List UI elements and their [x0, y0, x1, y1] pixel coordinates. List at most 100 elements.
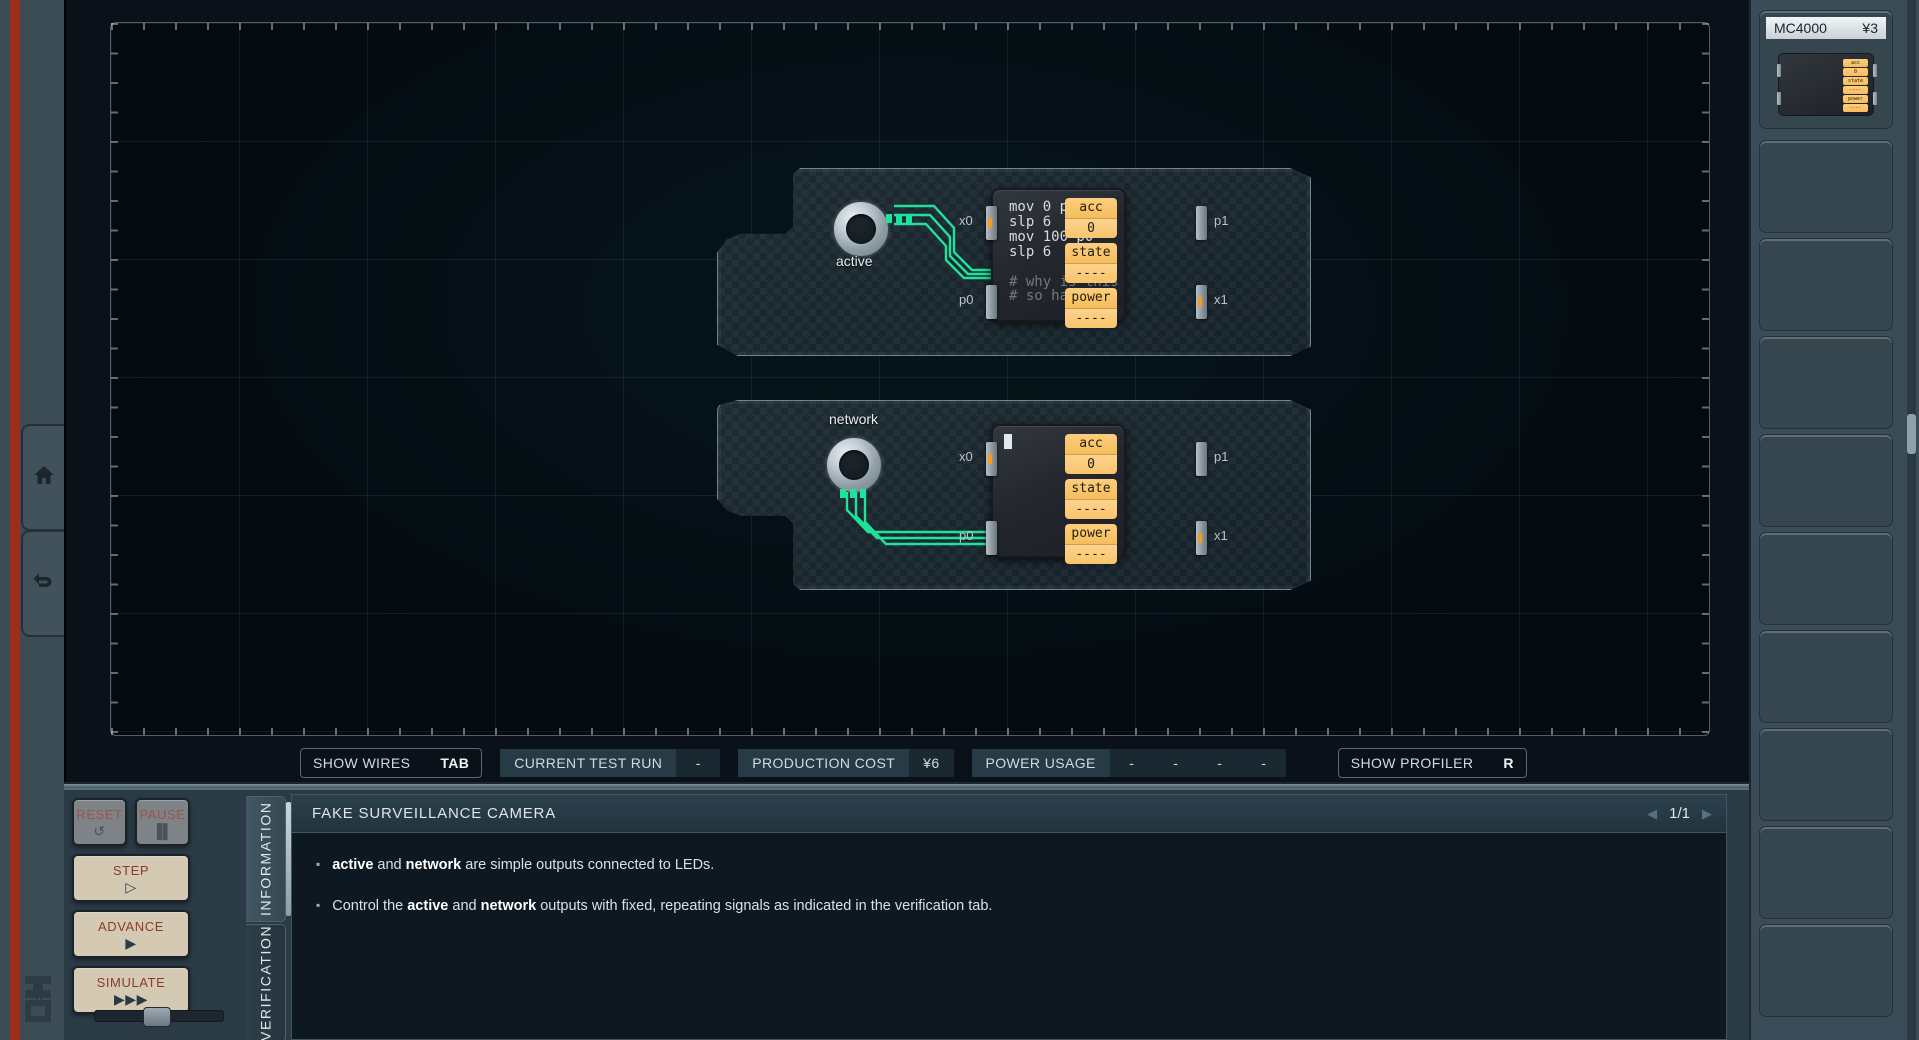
- ruler-ticks-right: [1702, 23, 1709, 735]
- puzzle-title: FAKE SURVEILLANCE CAMERA: [312, 805, 556, 822]
- show-profiler-group: SHOW PROFILER R: [1337, 748, 1527, 778]
- canvas-status-bar: SHOW WIRES TAB CURRENT TEST RUN - PRODUC…: [64, 742, 1749, 784]
- pause-icon: ▐▌: [151, 822, 174, 839]
- circuit-canvas[interactable]: active mov 0 p0 slp 6 mov 100 p0 slp 6 #…: [64, 0, 1749, 782]
- sidebar-part-mc4000[interactable]: MC4000 ¥3 acc 0 state ---- power ----: [1759, 10, 1893, 129]
- show-wires-group: SHOW WIRES TAB: [300, 748, 483, 778]
- chip-active-port-x0[interactable]: [986, 206, 997, 240]
- led-network-label: network: [829, 411, 879, 427]
- register-acc: acc 0: [1065, 434, 1117, 474]
- power-usage-label: POWER USAGE: [971, 749, 1110, 777]
- register-acc-value: 0: [1065, 218, 1117, 238]
- show-wires-button[interactable]: SHOW WIRES TAB: [300, 748, 483, 778]
- sidebar-part-thumbnail: acc 0 state ---- power ----: [1777, 53, 1877, 116]
- sidebar-empty-slot[interactable]: [1759, 238, 1893, 331]
- bullet-marker-icon: ▪: [316, 857, 321, 871]
- step-button[interactable]: STEP ▷: [72, 854, 190, 902]
- current-test-run-label: CURRENT TEST RUN: [500, 749, 677, 777]
- next-page-button[interactable]: ▶: [1702, 806, 1712, 822]
- reset-label: RESET: [76, 806, 123, 822]
- chip-network-registers: acc 0 state ---- power ----: [1065, 434, 1117, 569]
- chip-network-port-p1[interactable]: [1196, 442, 1207, 476]
- sidebar-empty-slot[interactable]: [1759, 532, 1893, 625]
- chip-active-code[interactable]: mov 0 p0 slp 6 mov 100 p0 slp 6 # why is…: [1009, 200, 1119, 312]
- sidebar-empty-slot[interactable]: [1759, 728, 1893, 821]
- mc-chip-active[interactable]: mov 0 p0 slp 6 mov 100 p0 slp 6 # why is…: [991, 188, 1126, 328]
- ruler-ticks-bottom: [111, 728, 1709, 735]
- sidebar-empty-slot[interactable]: [1759, 630, 1893, 723]
- chip-network-label-x1: x1: [1214, 528, 1228, 543]
- sidebar-empty-slot[interactable]: [1759, 140, 1893, 233]
- sidebar-empty-slot[interactable]: [1759, 434, 1893, 527]
- circuit-grid[interactable]: [110, 22, 1710, 736]
- sidebar-scrollbar-thumb[interactable]: [1907, 414, 1916, 454]
- home-button[interactable]: [21, 424, 64, 531]
- show-wires-key: TAB: [440, 755, 470, 771]
- chip-network-label-x0: x0: [959, 449, 973, 464]
- parts-sidebar[interactable]: MC4000 ¥3 acc 0 state ---- power ----: [1749, 0, 1919, 1040]
- chip-network-port-x1[interactable]: [1196, 521, 1207, 555]
- current-test-run-value: -: [676, 749, 721, 777]
- power-usage-value-3: -: [1241, 749, 1286, 777]
- chip-active-label-p0: p0: [959, 292, 974, 307]
- tab-information[interactable]: INFORMATION: [246, 796, 286, 922]
- step-label: STEP: [112, 862, 150, 878]
- chip-network-port-p0[interactable]: [986, 521, 997, 555]
- page-navigator: ◀ 1/1 ▶: [1647, 805, 1712, 822]
- pause-label: PAUSE: [139, 806, 186, 822]
- shenzhen-io-window: active mov 0 p0 slp 6 mov 100 p0 slp 6 #…: [0, 0, 1919, 1040]
- information-header: FAKE SURVEILLANCE CAMERA ◀ 1/1 ▶: [292, 795, 1726, 833]
- current-test-run-group: CURRENT TEST RUN -: [500, 749, 721, 777]
- chip-active-port-p1[interactable]: [1196, 206, 1207, 240]
- sidebar-empty-slot[interactable]: [1759, 336, 1893, 429]
- sidebar-empty-slot[interactable]: [1759, 924, 1893, 1017]
- speed-slider[interactable]: [94, 1007, 224, 1027]
- information-body: ▪ active and network are simple outputs c…: [292, 833, 1726, 959]
- thumbnail-register-cell: acc: [1843, 59, 1868, 67]
- thumbnail-register-cell: power: [1843, 95, 1868, 103]
- undo-button[interactable]: [21, 530, 64, 637]
- prev-page-button[interactable]: ◀: [1647, 806, 1657, 822]
- mc-chip-network[interactable]: acc 0 state ---- power ----: [991, 424, 1126, 564]
- information-panel: FAKE SURVEILLANCE CAMERA ◀ 1/1 ▶ ▪ active…: [291, 794, 1727, 1040]
- controls-top-row: RESET ↺ PAUSE ▐▌: [72, 798, 242, 846]
- bullet-text: active and network are simple outputs co…: [332, 857, 715, 873]
- led-active-label: active: [836, 253, 873, 269]
- speed-slider-knob[interactable]: [143, 1007, 171, 1027]
- sidebar-scrollbar-track[interactable]: [1907, 0, 1916, 1040]
- tab-verification[interactable]: VERIFICATION: [246, 924, 286, 1040]
- register-acc-name: acc: [1065, 198, 1117, 218]
- simulate-button[interactable]: SIMULATE ▶▶▶: [72, 966, 190, 1014]
- power-usage-group: POWER USAGE - - - -: [971, 749, 1286, 777]
- register-state-value: ----: [1065, 499, 1117, 519]
- thumbnail-register-cell: state: [1843, 77, 1868, 85]
- power-usage-value-1: -: [1153, 749, 1198, 777]
- show-wires-label: SHOW WIRES: [313, 755, 411, 771]
- register-acc: acc 0: [1065, 198, 1117, 238]
- show-profiler-button[interactable]: SHOW PROFILER R: [1337, 748, 1527, 778]
- rail-red-stripe: [10, 0, 20, 1040]
- power-usage-value-0: -: [1109, 749, 1154, 777]
- register-acc-name: acc: [1065, 434, 1117, 454]
- advance-icon: ▶: [125, 934, 137, 951]
- sidebar-part-name-row: MC4000 ¥3: [1766, 17, 1886, 39]
- production-cost-group: PRODUCTION COST ¥6: [738, 749, 954, 777]
- simulation-controls: RESET ↺ PAUSE ▐▌ STEP ▷ ADVANCE ▶ SIMULA…: [72, 798, 242, 1040]
- thumbnail-port: [1777, 92, 1781, 105]
- home-icon: [33, 465, 55, 490]
- ruler-ticks-top: [111, 23, 1709, 30]
- pause-button[interactable]: PAUSE ▐▌: [135, 798, 190, 846]
- advance-button[interactable]: ADVANCE ▶: [72, 910, 190, 958]
- led-active[interactable]: [834, 202, 888, 256]
- register-state: state ----: [1065, 479, 1117, 519]
- chip-network-port-x0[interactable]: [986, 442, 997, 476]
- chip-active-port-x1[interactable]: [1196, 285, 1207, 319]
- chip-network-code[interactable]: [1009, 436, 1060, 548]
- reset-button[interactable]: RESET ↺: [72, 798, 127, 846]
- led-network[interactable]: [827, 438, 881, 492]
- bullet-text: Control the active and network outputs w…: [332, 898, 993, 915]
- chip-active-port-p0[interactable]: [986, 285, 997, 319]
- sidebar-empty-slot[interactable]: [1759, 826, 1893, 919]
- bullet-marker-icon: ▪: [316, 898, 321, 913]
- chip-network-label-p1: p1: [1214, 449, 1229, 464]
